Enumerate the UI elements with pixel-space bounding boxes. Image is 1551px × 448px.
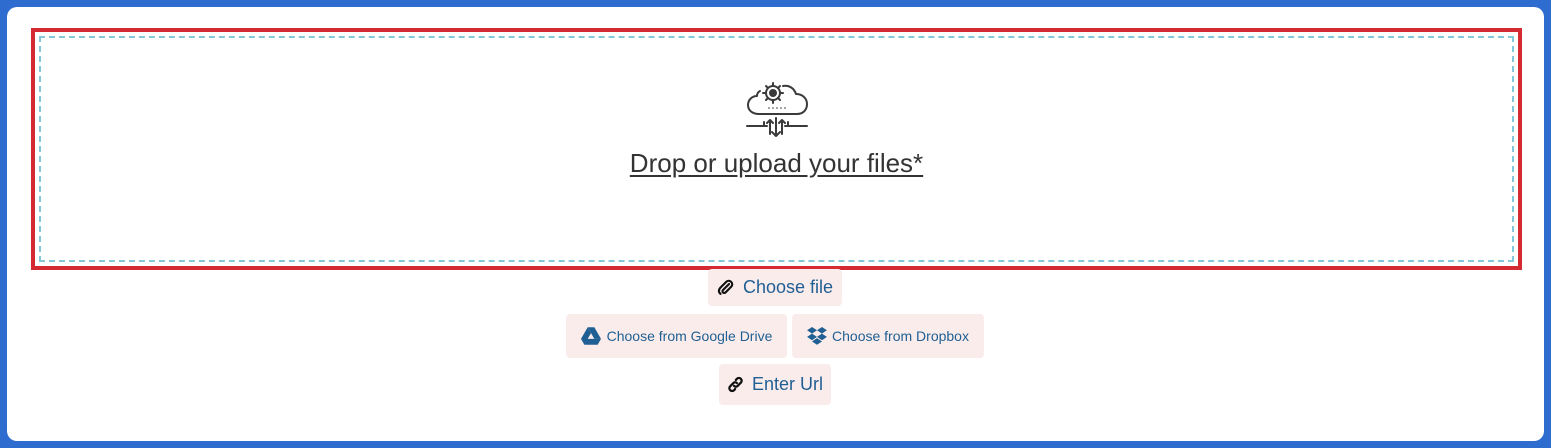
- dropzone[interactable]: Drop or upload your files*: [31, 28, 1522, 270]
- google-drive-button[interactable]: Choose from Google Drive: [566, 314, 787, 358]
- google-drive-icon: [580, 327, 601, 345]
- enter-url-label: Enter Url: [751, 374, 823, 394]
- dropbox-icon: [807, 326, 827, 346]
- choose-file-label: Choose file: [742, 277, 834, 297]
- enter-url-button[interactable]: Enter Url: [719, 364, 831, 405]
- upload-panel: Drop or upload your files* Choose file C…: [7, 7, 1544, 441]
- google-drive-label: Choose from Google Drive: [606, 328, 773, 344]
- link-icon: [727, 376, 744, 393]
- choose-file-button[interactable]: Choose file: [708, 269, 842, 306]
- dropbox-button[interactable]: Choose from Dropbox: [792, 314, 984, 358]
- dropzone-dashed-area[interactable]: Drop or upload your files*: [39, 36, 1514, 262]
- cloud-settings-upload-icon: [745, 82, 808, 137]
- paperclip-icon: [717, 279, 734, 296]
- dropzone-title[interactable]: Drop or upload your files*: [41, 148, 1512, 179]
- dropbox-label: Choose from Dropbox: [832, 328, 969, 344]
